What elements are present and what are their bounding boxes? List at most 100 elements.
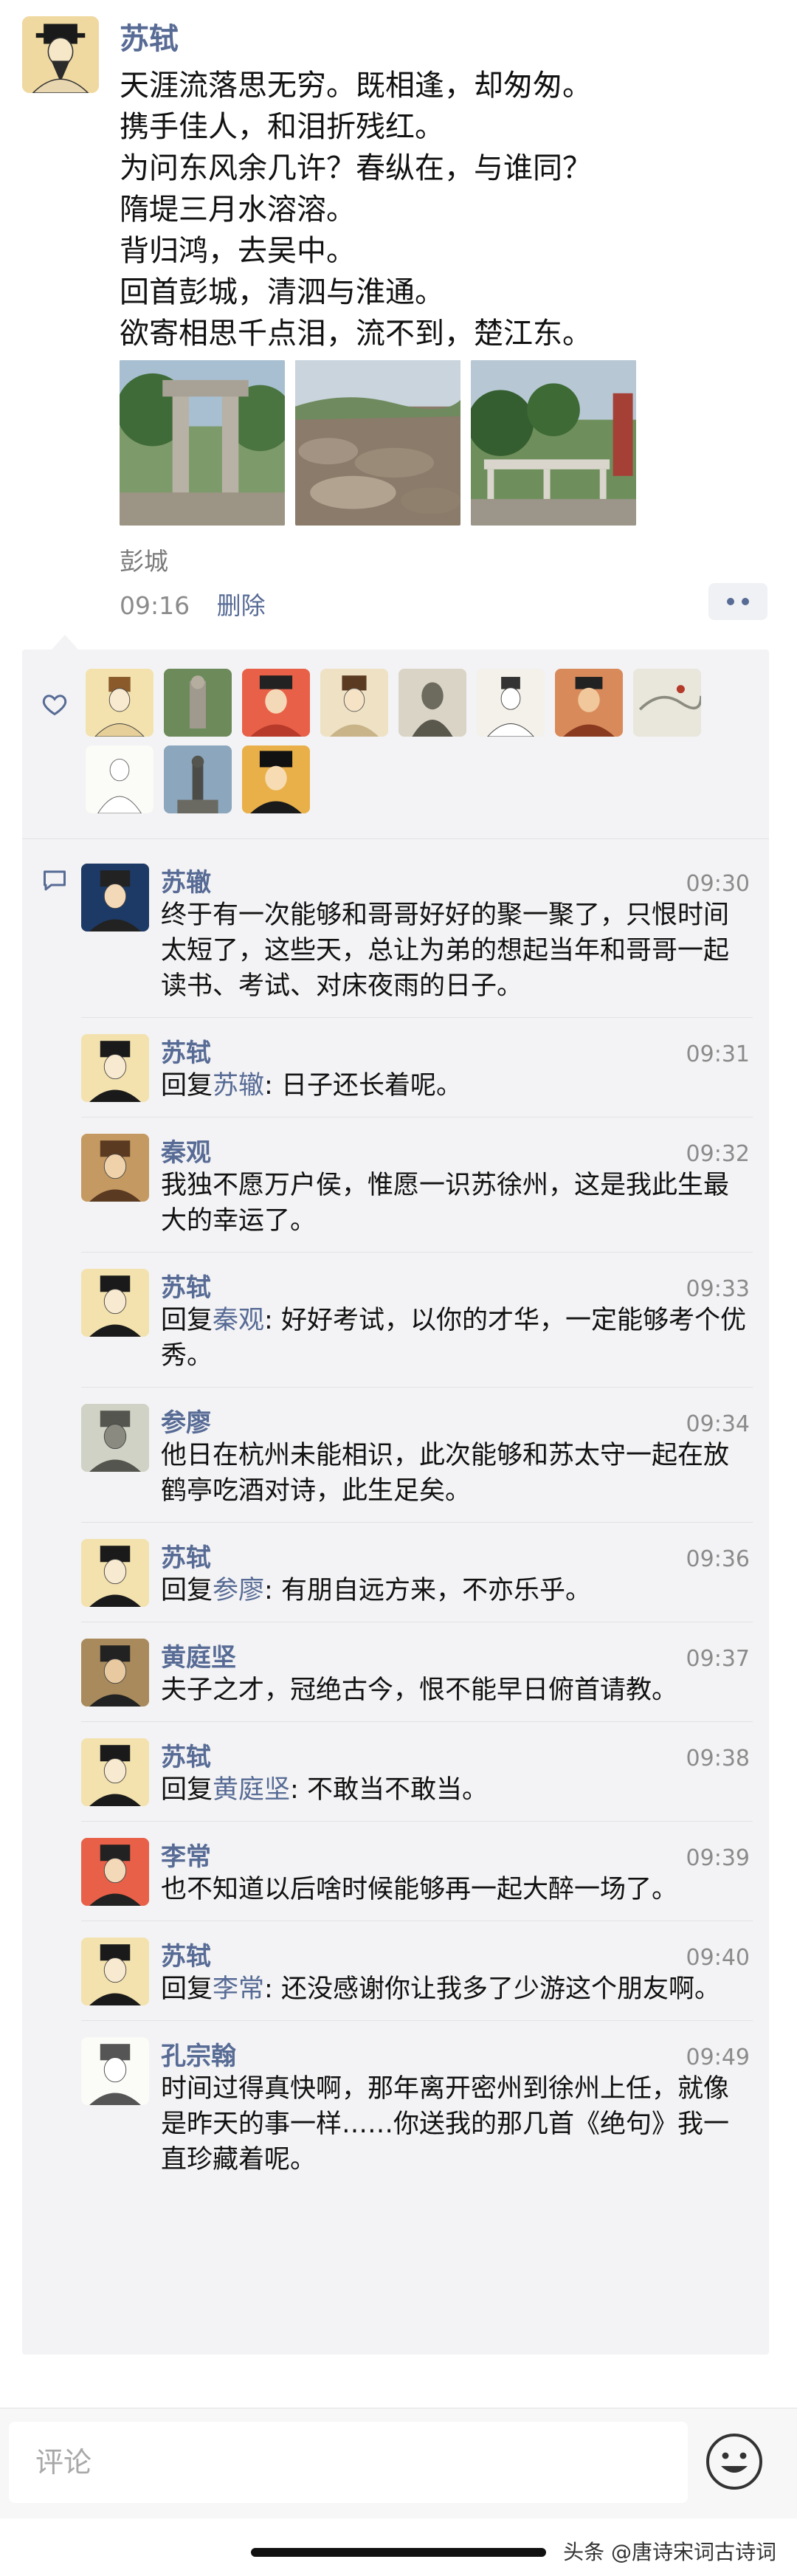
comment-text: 回复苏辙: 日子还长着呢。 bbox=[161, 1068, 753, 1103]
heart-icon bbox=[42, 695, 67, 716]
commenter-avatar[interactable] bbox=[81, 1639, 149, 1707]
commenter-avatar[interactable] bbox=[81, 1034, 149, 1102]
comment-body: 苏轼 09:36 回复参廖: 有朋自远方来，不亦乐乎。 bbox=[161, 1537, 753, 1608]
commenter-name[interactable]: 黄庭坚 bbox=[161, 1637, 236, 1673]
comment-item[interactable]: 秦观 09:32 我独不愿万户侯，惟愿一识苏徐州，这是我此生最大的幸运了。 bbox=[81, 1117, 753, 1253]
comment-header: 苏轼 09:33 bbox=[161, 1267, 753, 1303]
commenter-avatar[interactable] bbox=[81, 864, 149, 931]
commenter-avatar[interactable] bbox=[81, 1938, 149, 2005]
commenter-avatar[interactable] bbox=[81, 1838, 149, 1906]
comment-header: 苏轼 09:36 bbox=[161, 1537, 753, 1573]
commenter-avatar[interactable] bbox=[81, 2037, 149, 2105]
comment-content: 有朋自远方来，不亦乐乎。 bbox=[280, 1576, 591, 1605]
comment-content: 他日在杭州未能相识，此次能够和苏太守一起在放鹤亭吃酒对诗，此生足矣。 bbox=[161, 1441, 730, 1506]
comment-text: 回复秦观: 好好考试，以你的才华，一定能够考个优秀。 bbox=[161, 1303, 753, 1374]
emoji-icon[interactable] bbox=[705, 2432, 764, 2491]
reply-separator: : bbox=[264, 1576, 281, 1605]
commenter-name[interactable]: 秦观 bbox=[161, 1132, 211, 1168]
commenter-name[interactable]: 苏辙 bbox=[161, 862, 211, 898]
commenter-name[interactable]: 苏轼 bbox=[161, 1936, 211, 1972]
more-options-button[interactable] bbox=[708, 583, 767, 620]
comment-text: 他日在杭州未能相识，此次能够和苏太守一起在放鹤亭吃酒对诗，此生足矣。 bbox=[161, 1438, 753, 1509]
post-location[interactable]: 彭城 bbox=[120, 542, 168, 577]
post-line: 天涯流落思无穷。既相逢，却匆匆。 bbox=[120, 69, 592, 103]
liker-avatar[interactable] bbox=[398, 669, 466, 737]
post-line: 隋堤三月水溶溶。 bbox=[120, 193, 356, 227]
commenter-avatar[interactable] bbox=[81, 1134, 149, 1202]
commenter-name[interactable]: 李常 bbox=[161, 1836, 211, 1873]
reply-target-name[interactable]: 苏辙 bbox=[213, 1071, 264, 1101]
comment-item[interactable]: 孔宗翰 09:49 时间过得真快啊，那年离开密州到徐州上任，就像是昨天的事一样……你… bbox=[81, 2021, 753, 2191]
comment-item[interactable]: 苏轼 09:38 回复黄庭坚: 不敢当不敢当。 bbox=[81, 1722, 753, 1822]
interaction-panel: 苏辙 09:30 终于有一次能够和哥哥好好的聚一聚了，只恨时间太短了，这些天，总让为… bbox=[22, 635, 769, 2355]
reply-target-name[interactable]: 参廖 bbox=[213, 1576, 264, 1605]
comment-item[interactable]: 苏轼 09:33 回复秦观: 好好考试，以你的才华，一定能够考个优秀。 bbox=[81, 1253, 753, 1388]
post-author-name[interactable]: 苏轼 bbox=[120, 15, 179, 58]
comment-body: 李常 09:39 也不知道以后啥时候能够再一起大醉一场了。 bbox=[161, 1836, 753, 1907]
reply-prefix: 回复 bbox=[161, 1576, 213, 1605]
comment-content: 我独不愿万户侯，惟愿一识苏徐州，这是我此生最大的幸运了。 bbox=[161, 1171, 730, 1236]
reply-target-name[interactable]: 黄庭坚 bbox=[213, 1775, 290, 1805]
reply-target-name[interactable]: 李常 bbox=[213, 1974, 264, 2004]
delete-link[interactable]: 删除 bbox=[217, 591, 266, 620]
comment-input[interactable] bbox=[9, 2422, 688, 2503]
liker-avatar[interactable] bbox=[86, 669, 153, 737]
comment-content: 也不知道以后啥时候能够再一起大醉一场了。 bbox=[161, 1875, 678, 1904]
post-content: 天涯流落思无穷。既相逢，却匆匆。 携手佳人，和泪折残红。 为问东风余几许？春纵在… bbox=[120, 65, 769, 354]
photo-rocks[interactable] bbox=[295, 360, 460, 526]
comment-item[interactable]: 苏轼 09:40 回复李常: 还没感谢你让我多了少游这个朋友啊。 bbox=[81, 1921, 753, 2021]
watermark: 头条 @唐诗宋词古诗词 bbox=[563, 2540, 776, 2564]
reply-separator: : bbox=[290, 1775, 307, 1805]
commenter-avatar[interactable] bbox=[81, 1269, 149, 1337]
comment-time: 09:32 bbox=[686, 1141, 750, 1167]
reply-prefix: 回复 bbox=[161, 1974, 213, 2004]
liker-avatar[interactable] bbox=[242, 745, 310, 813]
commenter-name[interactable]: 苏轼 bbox=[161, 1033, 211, 1069]
comment-item[interactable]: 黄庭坚 09:37 夫子之才，冠绝古今，恨不能早日俯首请教。 bbox=[81, 1622, 753, 1722]
liker-avatar[interactable] bbox=[164, 745, 232, 813]
post-author-avatar[interactable] bbox=[22, 16, 99, 93]
liker-avatar[interactable] bbox=[86, 745, 153, 813]
liker-avatar[interactable] bbox=[477, 669, 545, 737]
dot-icon bbox=[742, 598, 749, 605]
comment-time: 09:34 bbox=[686, 1411, 750, 1437]
commenter-name[interactable]: 苏轼 bbox=[161, 1267, 211, 1304]
comment-time: 09:33 bbox=[686, 1276, 750, 1302]
commenter-avatar[interactable] bbox=[81, 1539, 149, 1607]
photo-pavilion[interactable] bbox=[471, 360, 636, 526]
post-line: 背归鸿，去吴中。 bbox=[120, 234, 356, 268]
reply-prefix: 回复 bbox=[161, 1071, 213, 1101]
comment-header: 孔宗翰 09:49 bbox=[161, 2036, 753, 2071]
reply-separator: : bbox=[264, 1974, 281, 2004]
post-line: 回首彭城，清泗与淮通。 bbox=[120, 275, 444, 309]
comment-text: 也不知道以后啥时候能够再一起大醉一场了。 bbox=[161, 1872, 753, 1907]
comment-item[interactable]: 李常 09:39 也不知道以后啥时候能够再一起大醉一场了。 bbox=[81, 1822, 753, 1921]
commenter-avatar[interactable] bbox=[81, 1404, 149, 1472]
comment-body: 黄庭坚 09:37 夫子之才，冠绝古今，恨不能早日俯首请教。 bbox=[161, 1637, 753, 1708]
reply-target-name[interactable]: 秦观 bbox=[213, 1306, 264, 1335]
comment-item[interactable]: 苏轼 09:31 回复苏辙: 日子还长着呢。 bbox=[81, 1018, 753, 1117]
liker-avatar[interactable] bbox=[242, 669, 310, 737]
comment-text: 回复参廖: 有朋自远方来，不亦乐乎。 bbox=[161, 1573, 753, 1608]
comment-body: 孔宗翰 09:49 时间过得真快啊，那年离开密州到徐州上任，就像是昨天的事一样……你… bbox=[161, 2036, 753, 2177]
post-line: 携手佳人，和泪折残红。 bbox=[120, 110, 444, 144]
liker-avatar[interactable] bbox=[633, 669, 701, 737]
comment-text: 我独不愿万户侯，惟愿一识苏徐州，这是我此生最大的幸运了。 bbox=[161, 1168, 753, 1239]
liker-avatar[interactable] bbox=[320, 669, 388, 737]
home-indicator bbox=[251, 2548, 546, 2557]
comment-item[interactable]: 参廖 09:34 他日在杭州未能相识，此次能够和苏太守一起在放鹤亭吃酒对诗，此生足矣… bbox=[81, 1388, 753, 1523]
comment-item[interactable]: 苏辙 09:30 终于有一次能够和哥哥好好的聚一聚了，只恨时间太短了，这些天，总让为… bbox=[81, 847, 753, 1018]
liker-avatar[interactable] bbox=[164, 669, 232, 737]
commenter-name[interactable]: 苏轼 bbox=[161, 1737, 211, 1773]
commenter-name[interactable]: 参廖 bbox=[161, 1402, 211, 1439]
comment-time: 09:36 bbox=[686, 1546, 750, 1572]
portrait-icon bbox=[22, 16, 99, 93]
reply-separator: : bbox=[264, 1071, 281, 1101]
comment-item[interactable]: 苏轼 09:36 回复参廖: 有朋自远方来，不亦乐乎。 bbox=[81, 1523, 753, 1622]
liker-avatar[interactable] bbox=[555, 669, 623, 737]
commenter-name[interactable]: 孔宗翰 bbox=[161, 2036, 236, 2072]
commenter-name[interactable]: 苏轼 bbox=[161, 1537, 211, 1574]
photo-stone-gate[interactable] bbox=[120, 360, 285, 526]
reply-separator: : bbox=[264, 1306, 281, 1335]
commenter-avatar[interactable] bbox=[81, 1738, 149, 1806]
